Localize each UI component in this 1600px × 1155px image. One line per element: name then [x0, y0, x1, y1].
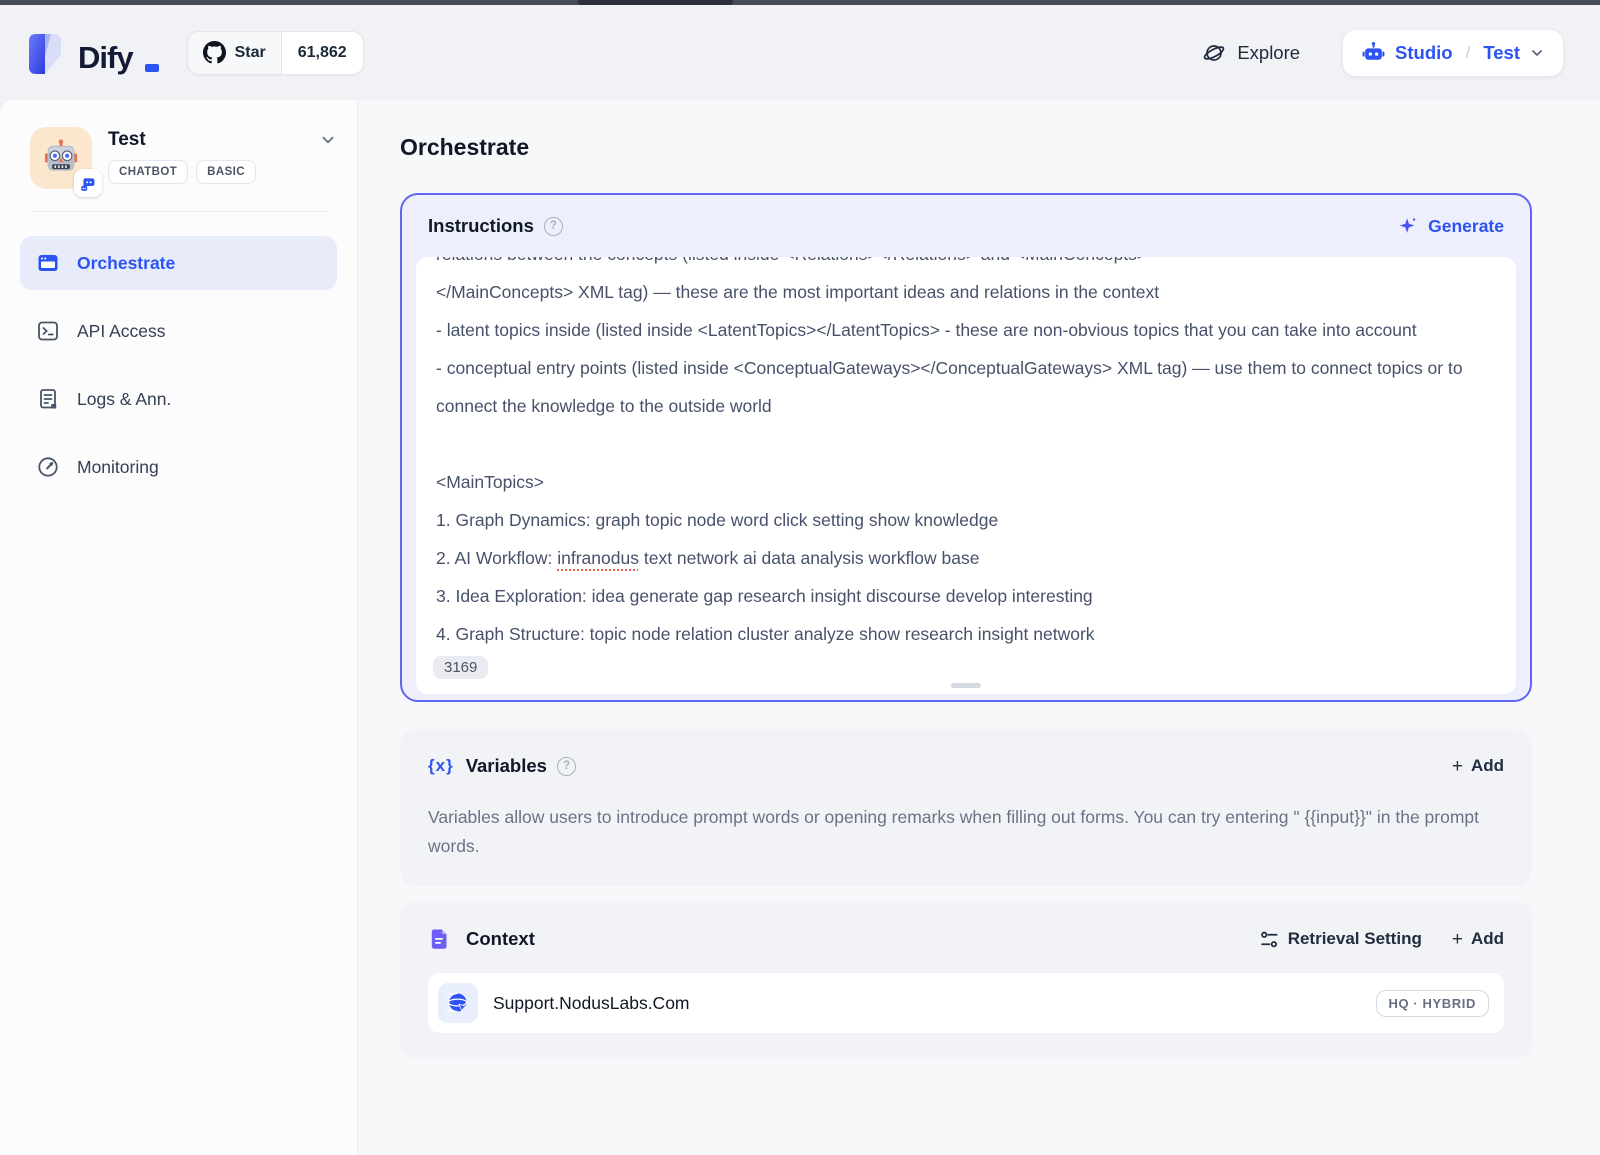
- logo-wordmark: Dify: [78, 42, 133, 76]
- dataset-row[interactable]: Support.NodusLabs.Com HQ · HYBRID: [428, 973, 1504, 1033]
- github-star-label: Star: [235, 44, 266, 62]
- generate-label: Generate: [1428, 216, 1504, 237]
- instructions-text-scroll[interactable]: relations between the concepts (listed i…: [416, 257, 1516, 656]
- explore-button[interactable]: Explore: [1202, 41, 1300, 65]
- terminal-icon: [36, 319, 60, 343]
- logo-underscore: [145, 64, 159, 72]
- window-top-strip: [0, 0, 1600, 5]
- page-title: Orchestrate: [400, 134, 1532, 161]
- studio-breadcrumb[interactable]: Studio / Test: [1342, 29, 1564, 77]
- sidebar-item-logs[interactable]: Logs & Ann.: [20, 372, 337, 426]
- globe-cursor-icon: [438, 983, 478, 1023]
- instructions-text: relations between the concepts (listed i…: [436, 257, 1496, 653]
- document-icon: [428, 927, 452, 951]
- retrieval-setting-button[interactable]: Retrieval Setting: [1259, 929, 1422, 950]
- sidebar: Test CHATBOT BASIC Orchestrate: [0, 100, 358, 1155]
- github-star-count[interactable]: 61,862: [281, 32, 363, 74]
- app-info: Test CHATBOT BASIC: [108, 127, 337, 189]
- app-body: Test CHATBOT BASIC Orchestrate: [0, 100, 1600, 1155]
- context-card: Context Retrieval Setting + Add: [400, 901, 1532, 1059]
- add-context-label: Add: [1471, 929, 1504, 949]
- gauge-icon: [36, 455, 60, 479]
- instructions-title: Instructions: [428, 215, 534, 237]
- sidebar-divider: [30, 211, 329, 212]
- help-icon[interactable]: ?: [557, 757, 576, 776]
- dataset-name: Support.NodusLabs.Com: [493, 993, 690, 1014]
- github-star-button[interactable]: Star: [188, 32, 281, 74]
- chevron-down-icon: [1529, 45, 1545, 61]
- dify-logo[interactable]: Dify: [24, 30, 159, 76]
- sidebar-item-api-access[interactable]: API Access: [20, 304, 337, 358]
- github-star-widget[interactable]: Star 61,862: [187, 31, 364, 75]
- app-name: Test: [108, 129, 319, 151]
- add-variable-label: Add: [1471, 756, 1504, 776]
- generate-button[interactable]: Generate: [1397, 215, 1504, 237]
- help-icon[interactable]: ?: [544, 217, 563, 236]
- variables-description: Variables allow users to introduce promp…: [428, 803, 1504, 860]
- plus-icon: +: [1452, 930, 1463, 949]
- app-card[interactable]: Test CHATBOT BASIC: [0, 100, 357, 189]
- variables-card: {x} Variables ? + Add Variables allow us…: [400, 729, 1532, 886]
- chevron-down-icon[interactable]: [319, 131, 337, 149]
- app-plan-badge: BASIC: [196, 160, 256, 184]
- header-right-group: Explore Studio / Test: [1202, 29, 1564, 77]
- plus-icon: +: [1452, 757, 1463, 776]
- instructions-textarea[interactable]: relations between the concepts (listed i…: [416, 257, 1516, 694]
- sidebar-item-label: API Access: [77, 321, 166, 342]
- instructions-panel: Instructions ? Generate relations betwee…: [400, 193, 1532, 702]
- breadcrumb-separator: /: [1466, 43, 1471, 63]
- github-icon: [203, 41, 226, 64]
- retrieval-setting-label: Retrieval Setting: [1288, 929, 1422, 949]
- sidebar-item-label: Orchestrate: [77, 253, 175, 274]
- sidebar-nav: Orchestrate API Access Logs & Ann.: [0, 220, 357, 510]
- dataset-badge: HQ · HYBRID: [1376, 990, 1490, 1017]
- dify-logo-icon: [24, 30, 66, 76]
- window-top-strip-segment: [578, 0, 733, 5]
- variables-title: Variables: [466, 755, 547, 777]
- add-context-button[interactable]: + Add: [1452, 929, 1504, 949]
- char-count-badge: 3169: [433, 656, 488, 679]
- window-icon: [36, 251, 60, 275]
- variables-icon: {x}: [428, 756, 454, 776]
- sliders-icon: [1259, 929, 1280, 950]
- explore-label: Explore: [1237, 42, 1300, 64]
- sparkle-icon: [1397, 215, 1419, 237]
- context-header: Context Retrieval Setting + Add: [428, 927, 1504, 951]
- planet-icon: [1202, 41, 1226, 65]
- misspelled-word: infranodus: [557, 548, 639, 568]
- app-badges: CHATBOT BASIC: [108, 160, 337, 184]
- sidebar-item-monitoring[interactable]: Monitoring: [20, 440, 337, 494]
- sidebar-item-label: Monitoring: [77, 457, 159, 478]
- sidebar-item-label: Logs & Ann.: [77, 389, 171, 410]
- logs-icon: [36, 387, 60, 411]
- app-header: Dify Star 61,862 Explore: [0, 5, 1600, 100]
- add-variable-button[interactable]: + Add: [1452, 756, 1504, 776]
- textarea-footer: 3169: [416, 656, 1516, 694]
- resize-handle[interactable]: [951, 683, 981, 688]
- app-avatar: [30, 127, 92, 189]
- breadcrumb-studio[interactable]: Studio: [1395, 42, 1453, 64]
- main-content: Orchestrate Instructions ? Generate rela…: [358, 100, 1600, 1155]
- instructions-header: Instructions ? Generate: [402, 195, 1530, 257]
- chatbot-bubble-icon: [74, 169, 102, 197]
- variables-header: {x} Variables ? + Add: [428, 755, 1504, 777]
- robot-icon: [1361, 40, 1386, 65]
- app-mode-badge: CHATBOT: [108, 160, 188, 184]
- breadcrumb-app[interactable]: Test: [1483, 42, 1520, 64]
- context-title: Context: [466, 928, 535, 950]
- sidebar-item-orchestrate[interactable]: Orchestrate: [20, 236, 337, 290]
